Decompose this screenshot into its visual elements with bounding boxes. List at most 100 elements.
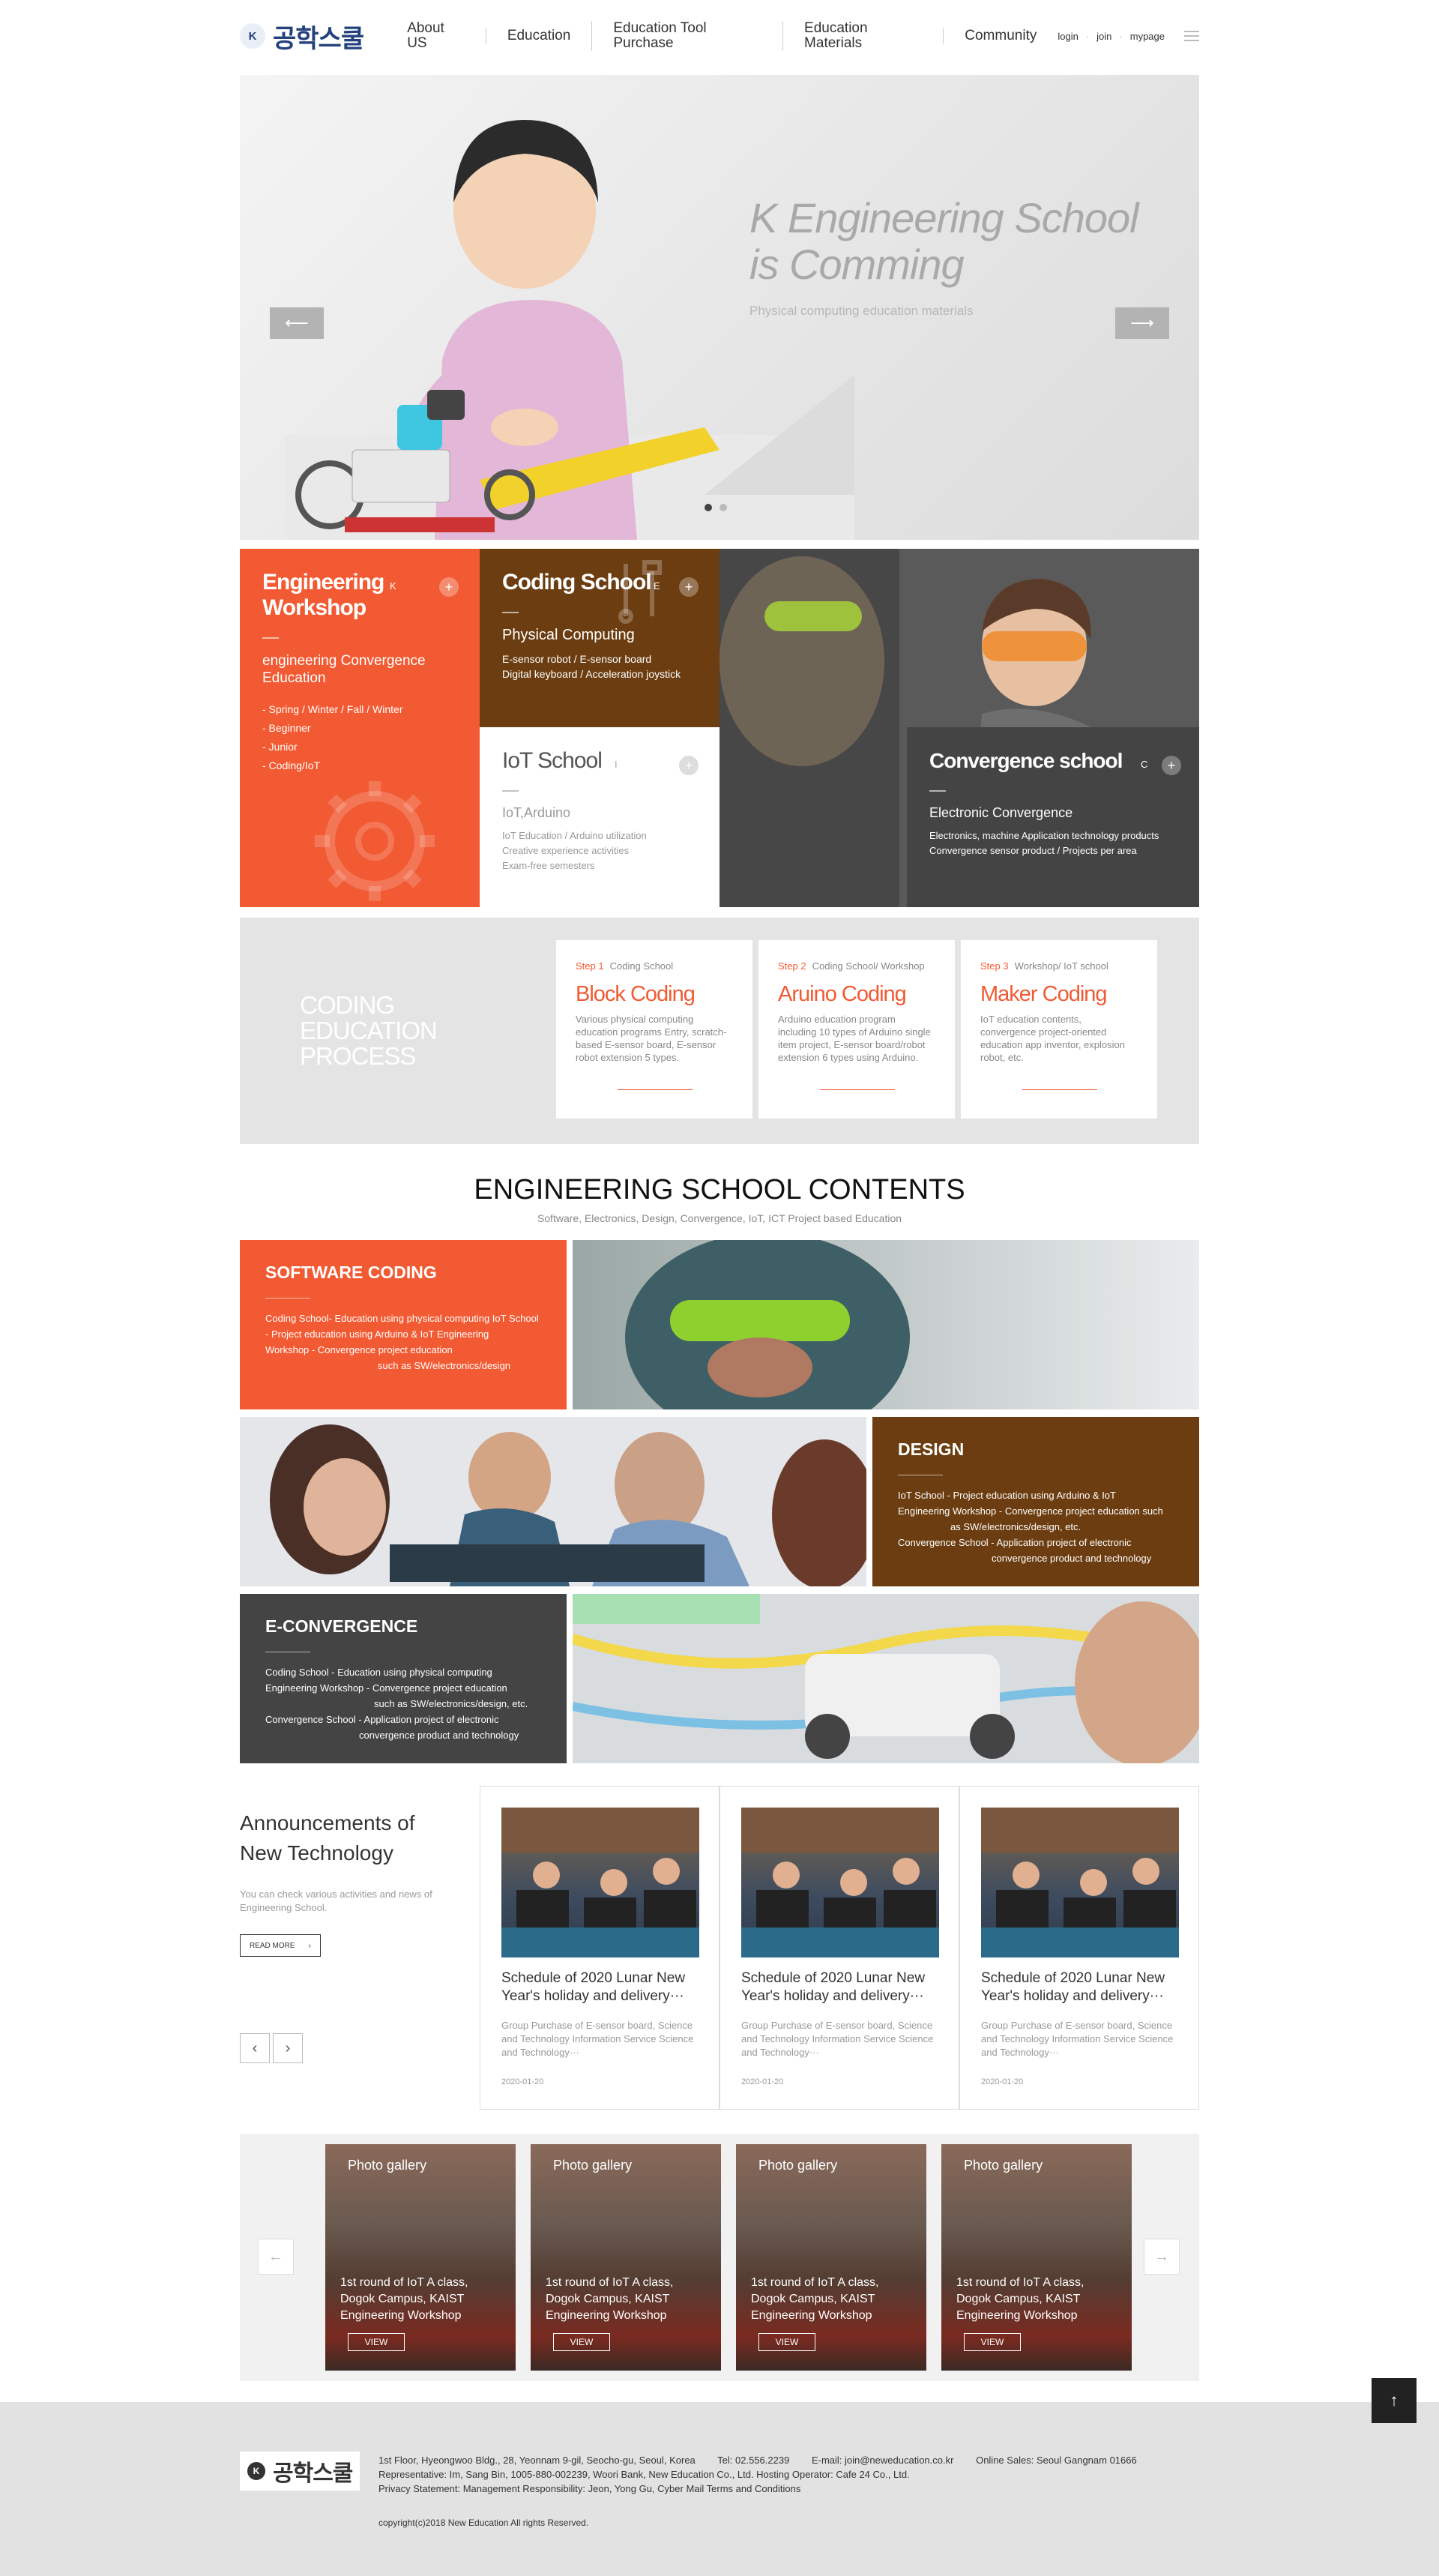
nav-education[interactable]: Education — [485, 28, 592, 43]
login-link[interactable]: login — [1058, 31, 1078, 42]
hero-title-line-2: is Comming — [749, 241, 965, 288]
announcement-title: Schedule of 2020 Lunar New Year's holida… — [981, 1970, 1165, 2004]
gallery-prev-button[interactable]: ← — [258, 2239, 294, 2275]
classroom-photo — [501, 1808, 699, 1957]
contents-row-econvergence: E-CONVERGENCE Coding School - Education … — [240, 1594, 1199, 1763]
announcement-card[interactable]: Schedule of 2020 Lunar New Year's holida… — [959, 1786, 1199, 2110]
join-link[interactable]: join — [1096, 31, 1111, 42]
e-convergence-text: Coding School - Education using physical… — [265, 1664, 541, 1743]
process-title-line: PROCESS — [300, 1042, 416, 1070]
plus-icon[interactable]: + — [439, 577, 459, 597]
process-step-card[interactable]: Step 1 Coding School Block Coding Various… — [556, 940, 752, 1119]
logo-icon: K — [240, 23, 265, 49]
classroom-photo — [741, 1808, 939, 1957]
process-step-card[interactable]: Step 3 Workshop/ IoT school Maker Coding … — [961, 940, 1157, 1119]
announcement-desc: Group Purchase of E-sensor board, Scienc… — [981, 2020, 1174, 2058]
step-label: Step 1 Coding School — [576, 960, 733, 973]
contents-row-software: SOFTWARE CODING Coding School- Education… — [240, 1240, 1199, 1409]
coding-school-tile[interactable]: Coding School E + Physical Computing E-s… — [480, 549, 720, 727]
gallery-card[interactable]: Photo gallery 1st round of IoT A class, … — [531, 2144, 721, 2371]
iot-school-tile[interactable]: IoT School I + IoT,Arduino IoT Education… — [480, 727, 720, 907]
text-line: Convergence School - Application project… — [265, 1714, 499, 1725]
footer-logo-text: 공학스쿨 — [273, 2461, 353, 2487]
scroll-top-button[interactable]: ↑ — [1372, 2378, 1417, 2423]
software-coding-title: SOFTWARE CODING — [265, 1263, 437, 1282]
title-line: New Technology — [240, 1841, 393, 1865]
nav-about-us[interactable]: About US — [407, 21, 486, 51]
hero-prev-button[interactable]: ⟵ — [270, 307, 324, 339]
gallery-view-button[interactable]: VIEW — [348, 2333, 405, 2351]
process-title-line: EDUCATION — [300, 1017, 438, 1044]
e-convergence-box[interactable]: E-CONVERGENCE Coding School - Education … — [240, 1594, 567, 1763]
nav-education-materials[interactable]: Education Materials — [782, 21, 943, 51]
convergence-school-tile[interactable]: Convergence school C + Electronic Conver… — [907, 727, 1199, 907]
step-desc: IoT education contents, convergence proj… — [980, 1014, 1125, 1063]
step-number: Step 3 — [980, 960, 1009, 972]
divider — [262, 637, 279, 639]
announcements-prev-button[interactable]: ‹ — [240, 2033, 270, 2063]
read-more-label: READ MORE — [250, 1941, 295, 1950]
gallery-title: 1st round of IoT A class, Dogok Campus, … — [751, 2276, 879, 2322]
convergence-school-title: Convergence school — [929, 749, 1123, 772]
gallery-view-button[interactable]: VIEW — [964, 2333, 1021, 2351]
announcement-date: 2020-01-20 — [981, 2077, 1024, 2086]
announcement-date: 2020-01-20 — [501, 2077, 544, 2086]
desc-line: Creative experience activities — [502, 845, 630, 856]
step-title: Maker Coding — [980, 982, 1108, 1006]
text-line: convergence product and technology — [359, 1730, 519, 1741]
gallery-card[interactable]: Photo gallery 1st round of IoT A class, … — [736, 2144, 926, 2371]
subtitle-line-1: engineering Convergence — [262, 653, 426, 669]
read-more-button[interactable]: READ MORE › — [240, 1934, 321, 1957]
mypage-link[interactable]: mypage — [1130, 31, 1165, 42]
hero-dot-2[interactable] — [720, 504, 727, 511]
util-links: login · join · mypage — [1058, 31, 1199, 42]
desc-line: Convergence sensor product / Projects pe… — [929, 845, 1137, 856]
convergence-subtitle: Electronic Convergence — [929, 805, 1073, 820]
main-nav: About US Education Education Tool Purcha… — [407, 21, 1058, 51]
announcement-card[interactable]: Schedule of 2020 Lunar New Year's holida… — [720, 1786, 959, 2110]
subtitle-line-2: Education — [262, 670, 326, 686]
contents-title: ENGINEERING SCHOOL CONTENTS — [474, 1174, 965, 1206]
hero-title-line-1: K Engineering School — [749, 194, 1139, 241]
software-coding-box[interactable]: SOFTWARE CODING Coding School- Education… — [240, 1240, 567, 1409]
goggles-student-photo — [573, 1240, 1199, 1409]
desc-line: Exam-free semesters — [502, 860, 595, 871]
plus-icon[interactable]: + — [679, 577, 699, 597]
gallery-view-button[interactable]: VIEW — [758, 2333, 815, 2351]
design-box[interactable]: DESIGN IoT School - Project education us… — [872, 1417, 1199, 1586]
gallery-label: Photo gallery — [553, 2158, 633, 2173]
site-logo[interactable]: K 공학스쿨 — [240, 18, 407, 55]
gallery-view-button[interactable]: VIEW — [553, 2333, 610, 2351]
hamburger-menu-icon[interactable] — [1184, 31, 1199, 41]
footer-online-sales: Online Sales: Seoul Gangnam 01666 — [976, 2455, 1137, 2466]
team-robotics-photo — [240, 1417, 866, 1586]
tools-icon — [618, 560, 662, 624]
text-line: Workshop - Convergence project education — [265, 1344, 453, 1355]
contents-subtitle: Software, Electronics, Design, Convergen… — [537, 1212, 902, 1224]
announcements-next-button[interactable]: › — [273, 2033, 303, 2063]
footer-tel: Tel: 02.556.2239 — [717, 2455, 790, 2466]
process-step-card[interactable]: Step 2 Coding School/ Workshop Aruino Cod… — [758, 940, 955, 1119]
classroom-thumbnail — [501, 1808, 699, 1957]
announcement-card[interactable]: Schedule of 2020 Lunar New Year's holida… — [480, 1786, 720, 2110]
nav-community[interactable]: Community — [943, 28, 1058, 43]
hero-dot-1[interactable] — [705, 504, 712, 511]
contents-row-design: DESIGN IoT School - Project education us… — [240, 1417, 1199, 1586]
footer-logo[interactable]: K 공학스쿨 — [240, 2452, 360, 2491]
text-line: Engineering Workshop - Convergence proje… — [265, 1682, 507, 1694]
engineering-list: - Spring / Winter / Fall / Winter - Begi… — [262, 700, 457, 775]
nav-education-tool-purchase[interactable]: Education Tool Purchase — [591, 21, 782, 51]
coding-subtitle: Physical Computing — [502, 627, 635, 643]
plus-icon[interactable]: + — [679, 756, 699, 775]
gallery-next-button[interactable]: → — [1144, 2239, 1180, 2275]
gallery-card[interactable]: Photo gallery 1st round of IoT A class, … — [941, 2144, 1132, 2371]
plus-icon[interactable]: + — [1162, 756, 1181, 775]
engineering-workshop-tile[interactable]: Engineering Workshop K + engineering Con… — [240, 549, 480, 907]
footer-line-2: Representative: Im, Sang Bin, 1005-880-0… — [378, 2469, 910, 2480]
hero-next-button[interactable]: ⟶ — [1115, 307, 1169, 339]
step-label: Step 2 Coding School/ Workshop — [778, 960, 935, 973]
classroom-photo — [981, 1808, 1179, 1957]
footer-email[interactable]: E-mail: join@neweducation.co.kr — [812, 2455, 954, 2466]
gallery-card[interactable]: Photo gallery 1st round of IoT A class, … — [325, 2144, 516, 2371]
text-line: IoT School - Project education using Ard… — [898, 1490, 1116, 1501]
